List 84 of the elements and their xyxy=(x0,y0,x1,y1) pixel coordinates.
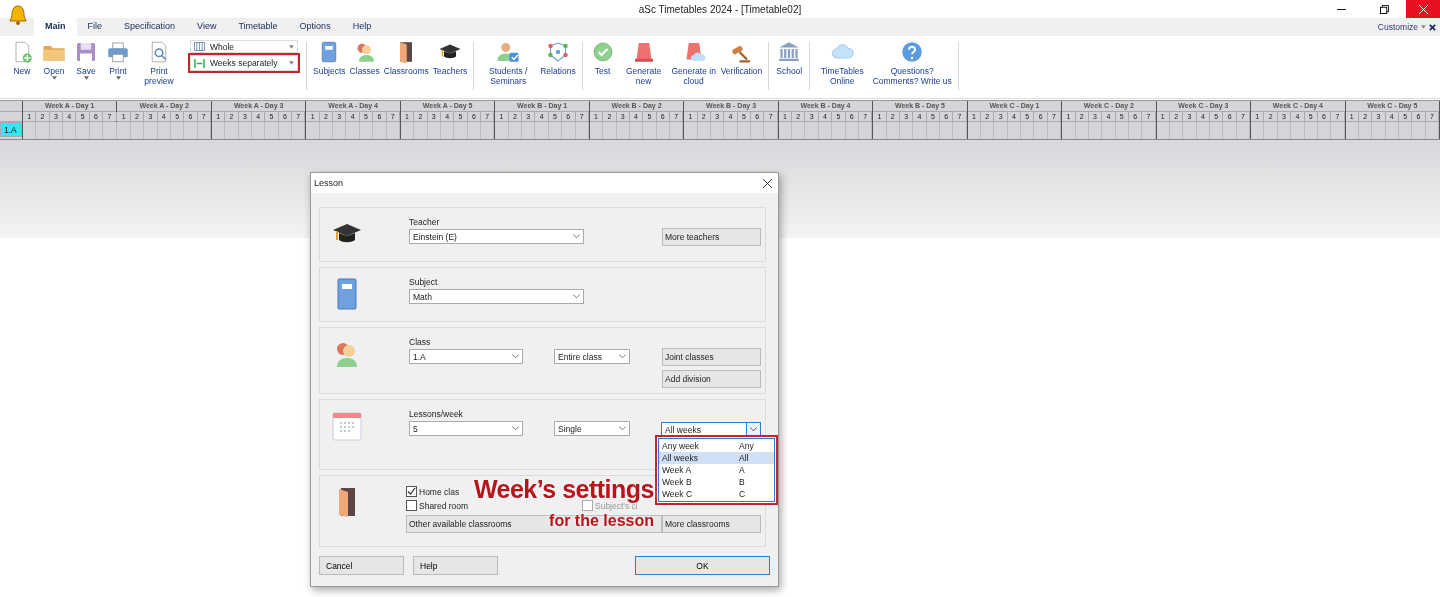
chevron-down-icon xyxy=(512,354,519,359)
view-icon xyxy=(194,58,205,68)
length-dropdown[interactable]: Single xyxy=(554,421,630,436)
division-dropdown[interactable]: Entire class xyxy=(554,349,630,364)
annotation-subline: for the lesson xyxy=(549,512,654,529)
field-label: Subject xyxy=(409,277,439,287)
toolbar-icon xyxy=(106,40,130,64)
checkmark-icon xyxy=(407,487,416,496)
toolbar-icon xyxy=(496,40,521,64)
chevron-down-icon xyxy=(573,234,580,239)
toolbar-button[interactable]: Save xyxy=(70,40,102,80)
toolbar-button[interactable]: Classrooms xyxy=(381,40,431,76)
toolbar-button[interactable]: TimeTables Online xyxy=(814,40,871,86)
ribbon-tab[interactable]: View xyxy=(186,18,228,36)
toolbar-button[interactable]: Generate in cloud xyxy=(668,40,719,86)
week-option[interactable]: Week B B xyxy=(659,476,774,488)
dialog-button[interactable]: Cancel xyxy=(319,556,404,575)
ribbon-tab[interactable]: Main xyxy=(34,18,77,36)
toolbar-button[interactable]: Relations xyxy=(538,40,578,76)
view-icon xyxy=(194,42,205,51)
toolbar-button[interactable]: School xyxy=(773,40,806,76)
more-classrooms-button[interactable]: More classrooms xyxy=(662,515,761,533)
ribbon-tab[interactable]: Timetable xyxy=(227,18,289,36)
toolbar-button[interactable]: Teachers xyxy=(430,40,470,76)
window-title: aSc Timetables 2024 - [Timetable02] xyxy=(638,4,802,15)
dialog-button[interactable]: OK xyxy=(635,556,770,575)
view-dropdown[interactable]: Weeks separately xyxy=(190,55,298,71)
annotation-headline: Week’s settings xyxy=(473,476,654,502)
caret-icon xyxy=(289,44,294,49)
toolbar-icon xyxy=(777,40,802,64)
teacher-dropdown[interactable]: Einstein (E) xyxy=(409,229,584,244)
toolbar-icon xyxy=(900,40,925,64)
ribbon-tab[interactable]: Options xyxy=(288,18,342,36)
chevron-down-icon xyxy=(750,427,757,432)
row-header[interactable]: 1.A xyxy=(0,122,22,137)
toolbar-button[interactable]: Print xyxy=(102,40,134,80)
close-icon[interactable] xyxy=(763,178,772,188)
toolbar-button[interactable]: Subjects xyxy=(311,40,348,76)
view-dropdown[interactable]: Whole xyxy=(190,40,298,53)
close-icon xyxy=(1418,4,1428,14)
ribbon-tab[interactable]: Specification xyxy=(113,18,187,36)
dialog-title: Lesson xyxy=(314,178,344,188)
lessons-dropdown[interactable]: 5 xyxy=(409,421,523,436)
toolbar-button[interactable]: Open xyxy=(38,40,70,80)
toolbar-button[interactable]: Verification xyxy=(718,40,765,76)
restore-icon[interactable] xyxy=(1380,4,1389,14)
toolbar-button[interactable]: Classes xyxy=(347,40,382,76)
calendar-icon xyxy=(331,409,363,443)
class-action-button[interactable]: Joint classes xyxy=(662,348,761,366)
week-option[interactable]: All weeks All xyxy=(659,452,774,464)
bell-logo-icon xyxy=(8,4,28,26)
toolbar-button[interactable]: Generate new xyxy=(618,40,669,86)
chevron-down-icon xyxy=(573,294,580,299)
class-dropdown[interactable]: 1.A xyxy=(409,349,523,364)
toolbar-button[interactable]: Students / Seminars xyxy=(478,40,539,86)
toolbar-icon xyxy=(74,40,98,64)
chevron-down-icon xyxy=(619,354,626,359)
customize-menu[interactable]: Customize xyxy=(1377,22,1418,32)
week-option[interactable]: Any week Any xyxy=(659,440,774,452)
caret-icon xyxy=(1421,25,1426,29)
checkbox-option[interactable]: Shared room xyxy=(406,500,469,511)
toolbar-button[interactable]: Print preview xyxy=(134,40,184,86)
caret-icon xyxy=(289,61,294,65)
field-label: Teacher xyxy=(409,217,441,227)
close-icon[interactable] xyxy=(1429,23,1436,31)
close-button[interactable] xyxy=(1406,0,1440,18)
chevron-down-icon xyxy=(512,426,519,431)
chevron-down-icon xyxy=(619,426,626,431)
week-option[interactable]: Week C C xyxy=(659,488,774,500)
ribbon-tab[interactable]: File xyxy=(76,18,114,36)
toolbar-button[interactable]: Questions? Comments? Write us xyxy=(870,40,955,86)
class-action-button[interactable]: Add division xyxy=(662,370,761,388)
toolbar-button[interactable]: Test xyxy=(586,40,619,76)
more-teachers-button[interactable]: More teachers xyxy=(662,228,761,246)
toolbar-icon xyxy=(545,40,570,64)
checkbox-option[interactable]: Home clas xyxy=(406,486,460,497)
toolbar-icon xyxy=(590,40,615,64)
field-label: Class xyxy=(409,337,432,347)
subject-dropdown[interactable]: Math xyxy=(409,289,584,304)
dialog-button[interactable]: Help xyxy=(413,556,498,575)
toolbar-button[interactable]: New xyxy=(6,40,38,76)
ribbon-tab[interactable]: Help xyxy=(341,18,383,36)
week-option[interactable]: Week A A xyxy=(659,464,774,476)
field-label: Lessons/week xyxy=(409,409,464,419)
